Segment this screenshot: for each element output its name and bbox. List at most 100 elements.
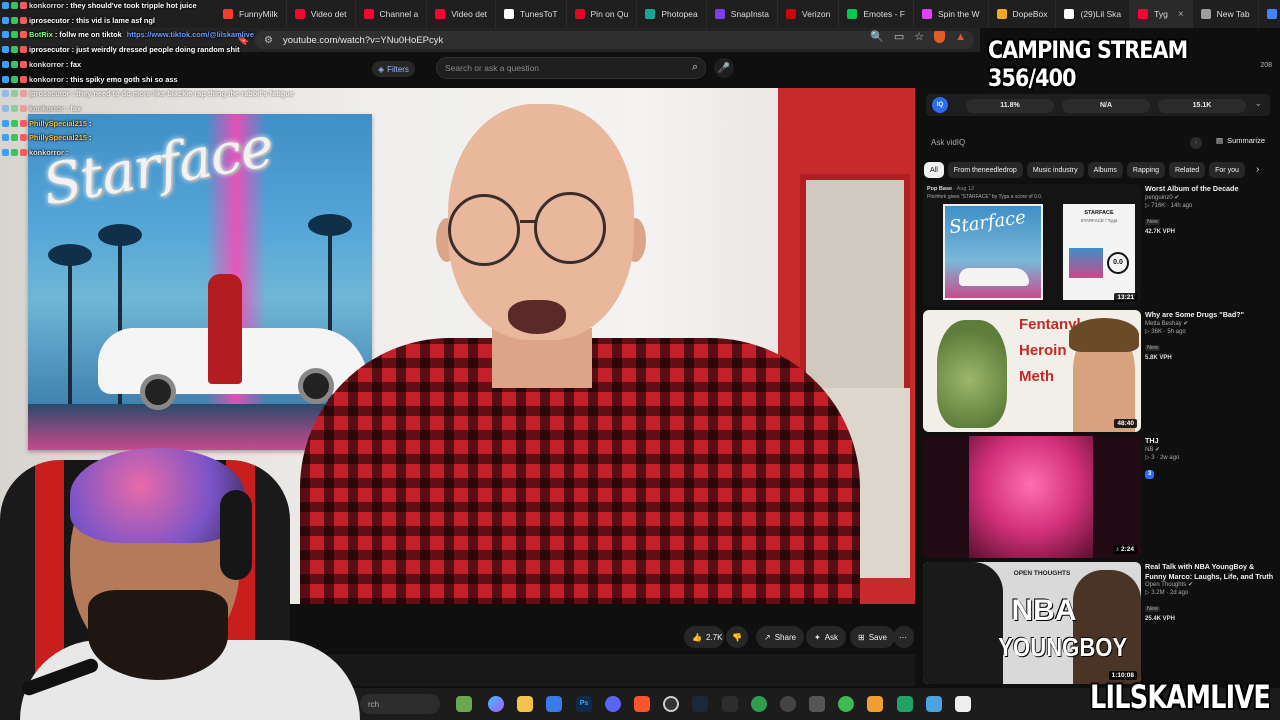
channel-name[interactable]: Metta Beshay ✔	[1145, 320, 1277, 328]
chat-username: konkorror	[29, 148, 64, 157]
filter-chip[interactable]: All	[924, 162, 944, 178]
chat-badge-icon	[11, 16, 18, 24]
bookmark-star-icon[interactable]: ☆	[914, 30, 924, 43]
excel-icon[interactable]	[897, 696, 913, 712]
filter-chip[interactable]: For you	[1209, 162, 1245, 178]
browser-tab[interactable]: Emotes - F	[839, 0, 914, 28]
video-thumbnail[interactable]: OPEN THOUGHTS NBA YOUNGBOY 1:10:08	[923, 562, 1141, 684]
ask-vidiq-input[interactable]: Ask vidIQ	[926, 134, 1216, 152]
thumb-pink-group	[969, 436, 1093, 558]
cast-icon[interactable]: ▭	[894, 30, 904, 43]
photoshop-icon[interactable]: Ps	[576, 696, 592, 712]
more-icon: ⋯	[899, 632, 907, 642]
channel-name[interactable]: Open Thoughts ✔	[1145, 581, 1277, 589]
filters-button[interactable]: ◈ Filters	[372, 61, 415, 77]
brave-shield-icon[interactable]	[934, 30, 946, 43]
obs-icon[interactable]	[663, 696, 679, 712]
save-button[interactable]: ⊞ Save	[850, 626, 895, 648]
taskbar-app-icon[interactable]	[456, 696, 472, 712]
browser-tab[interactable]: DopeBox	[989, 0, 1057, 28]
dislike-button[interactable]: 👎	[726, 626, 748, 648]
steam-icon[interactable]	[692, 696, 708, 712]
browser-tab[interactable]: (29)Lil Ska	[1056, 0, 1131, 28]
taskbar-search[interactable]: rch	[360, 694, 440, 714]
rewards-icon[interactable]: ▲	[955, 31, 966, 43]
new-badge: New	[1145, 344, 1161, 351]
video-title[interactable]: Real Talk with NBA YoungBoy & Funny Marc…	[1145, 562, 1277, 581]
taskbar-app-icon[interactable]	[809, 696, 825, 712]
ask-button[interactable]: ✦ Ask	[806, 626, 847, 648]
recommended-video[interactable]: ♪ 2:24 THJ NB ✔ ▷ 3 · 2w ago 3	[923, 436, 1275, 560]
browser-tab[interactable]: Spin the W	[914, 0, 989, 28]
chat-message: iprosecutor : they need to do more like …	[2, 88, 294, 99]
browser-tab[interactable]: Tyg ×	[1130, 0, 1193, 28]
taskbar-app-icon[interactable]	[838, 696, 854, 712]
video-title[interactable]: THJ	[1145, 436, 1277, 446]
discord-icon[interactable]	[605, 696, 621, 712]
tab-label: Tyg	[1154, 9, 1168, 19]
thumb-word: Heroin	[1019, 342, 1067, 359]
chevron-down-icon[interactable]: ⌄	[1254, 98, 1262, 109]
taskbar-app-icon[interactable]	[751, 696, 767, 712]
chat-link[interactable]: https://www.tiktok.com/@lilskamlive	[127, 30, 254, 39]
tab-favicon-icon	[574, 9, 585, 19]
thumb-album-art: Starface	[943, 204, 1043, 300]
more-actions-button[interactable]: ⋯	[894, 626, 914, 648]
browser-tab[interactable]: kalebs dra	[1259, 0, 1280, 28]
like-button[interactable]: 👍 2.7K	[684, 626, 724, 648]
browser-tab[interactable]: Video det	[427, 0, 497, 28]
verified-icon: ✔	[1187, 582, 1193, 588]
voice-search-icon[interactable]: 🎤	[714, 58, 734, 78]
chat-text: fax	[70, 59, 82, 69]
zoom-icon[interactable]: 🔍	[870, 30, 884, 43]
video-title[interactable]: Worst Album of the Decade	[1145, 184, 1277, 194]
channel-name[interactable]: penguinz0 ✔	[1145, 194, 1277, 202]
recommended-video[interactable]: Fentanyl Heroin Meth 48:40 Why are Some …	[923, 310, 1275, 434]
close-icon[interactable]: ×	[1178, 9, 1184, 20]
filter-chip[interactable]: Related	[1168, 162, 1206, 178]
share-button[interactable]: ↗ Share	[756, 626, 805, 648]
taskbar-app-icon[interactable]	[926, 696, 942, 712]
stream-counter-title: CAMPING STREAM 356/400	[988, 36, 1188, 92]
browser-tab[interactable]: SnapInsta	[707, 0, 779, 28]
copilot-icon[interactable]	[488, 696, 504, 712]
taskbar-app-icon[interactable]	[722, 696, 738, 712]
vph-stat: 42.7K VPH	[1145, 228, 1176, 235]
video-thumbnail[interactable]: Pop Base · Aug 12 Pitchfork gives "STARF…	[923, 184, 1141, 306]
chevron-right-icon[interactable]: ›	[1256, 164, 1259, 175]
brave-icon[interactable]	[634, 696, 650, 712]
tab-favicon-icon	[921, 9, 932, 19]
video-thumbnail[interactable]: Fentanyl Heroin Meth 48:40	[923, 310, 1141, 432]
chat-message: konkorror : fax	[2, 59, 81, 70]
filter-chip[interactable]: Music industry	[1026, 162, 1084, 178]
car-wheel	[140, 374, 176, 410]
chat-badge-icon	[2, 2, 9, 9]
taskbar-app-icon[interactable]	[780, 696, 796, 712]
notepad-icon[interactable]	[955, 696, 971, 712]
video-thumbnail[interactable]: ♪ 2:24	[923, 436, 1141, 558]
filter-chip[interactable]: From theneedledrop	[947, 162, 1023, 178]
tab-favicon-icon	[786, 9, 797, 19]
taskbar-app-icon[interactable]	[867, 696, 883, 712]
browser-tab[interactable]: New Tab	[1193, 0, 1259, 28]
browser-tab[interactable]: TunesToT	[496, 0, 567, 28]
recommended-video[interactable]: Pop Base · Aug 12 Pitchfork gives "STARF…	[923, 184, 1275, 308]
search-input[interactable]: Search or ask a question ⌕	[436, 57, 706, 79]
file-explorer-icon[interactable]	[517, 696, 533, 712]
search-icon[interactable]: ⌕	[692, 61, 698, 74]
video-title[interactable]: Why are Some Drugs "Bad?"	[1145, 310, 1277, 320]
url-field[interactable]: ⚙ youtube.com/watch?v=YNu0HoEPcyk	[254, 31, 974, 49]
browser-tab[interactable]: Channel a	[356, 0, 428, 28]
store-icon[interactable]	[546, 696, 562, 712]
filter-chip[interactable]: Rapping	[1126, 162, 1165, 178]
browser-tab[interactable]: Pin on Qu	[567, 0, 638, 28]
browser-tab[interactable]: Verizon	[778, 0, 840, 28]
recommended-video[interactable]: OPEN THOUGHTS NBA YOUNGBOY 1:10:08 Real …	[923, 562, 1275, 686]
browser-tab[interactable]: Photopea	[637, 0, 707, 28]
filter-chip[interactable]: Albums	[1087, 162, 1123, 178]
chat-username: iprosecutor	[29, 15, 70, 25]
chat-username: konkorror	[29, 1, 64, 10]
send-icon[interactable]: ›	[1190, 137, 1202, 149]
channel-name[interactable]: NB ✔	[1145, 446, 1277, 454]
summarize-button[interactable]: ▤ Summarize	[1216, 136, 1265, 145]
